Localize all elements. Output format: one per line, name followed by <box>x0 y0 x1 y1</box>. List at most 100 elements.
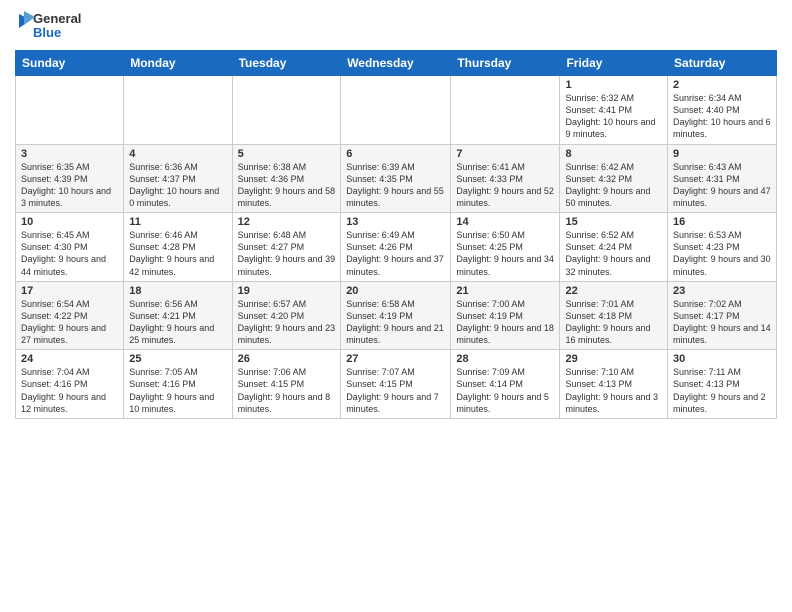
day-number: 15 <box>565 216 662 228</box>
day-info: Sunrise: 6:32 AMSunset: 4:41 PMDaylight:… <box>565 92 662 141</box>
day-info: Sunrise: 7:06 AMSunset: 4:15 PMDaylight:… <box>238 366 336 415</box>
weekday-header: Friday <box>560 51 668 76</box>
day-number: 10 <box>21 216 118 228</box>
day-info: Sunrise: 6:43 AMSunset: 4:31 PMDaylight:… <box>673 161 771 210</box>
day-number: 1 <box>565 79 662 91</box>
day-info: Sunrise: 7:05 AMSunset: 4:16 PMDaylight:… <box>129 366 226 415</box>
day-number: 7 <box>456 148 554 160</box>
day-number: 26 <box>238 353 336 365</box>
page-header: General Blue <box>15 10 777 42</box>
day-number: 12 <box>238 216 336 228</box>
day-info: Sunrise: 6:53 AMSunset: 4:23 PMDaylight:… <box>673 229 771 278</box>
day-number: 19 <box>238 285 336 297</box>
day-number: 4 <box>129 148 226 160</box>
calendar-cell: 7Sunrise: 6:41 AMSunset: 4:33 PMDaylight… <box>451 144 560 213</box>
calendar-cell: 13Sunrise: 6:49 AMSunset: 4:26 PMDayligh… <box>341 213 451 282</box>
day-number: 22 <box>565 285 662 297</box>
calendar-cell: 11Sunrise: 6:46 AMSunset: 4:28 PMDayligh… <box>124 213 232 282</box>
day-info: Sunrise: 6:50 AMSunset: 4:25 PMDaylight:… <box>456 229 554 278</box>
calendar-cell: 23Sunrise: 7:02 AMSunset: 4:17 PMDayligh… <box>668 281 777 350</box>
day-info: Sunrise: 6:52 AMSunset: 4:24 PMDaylight:… <box>565 229 662 278</box>
day-info: Sunrise: 6:46 AMSunset: 4:28 PMDaylight:… <box>129 229 226 278</box>
day-number: 9 <box>673 148 771 160</box>
day-number: 30 <box>673 353 771 365</box>
weekday-header: Monday <box>124 51 232 76</box>
day-info: Sunrise: 7:10 AMSunset: 4:13 PMDaylight:… <box>565 366 662 415</box>
calendar-cell: 17Sunrise: 6:54 AMSunset: 4:22 PMDayligh… <box>16 281 124 350</box>
calendar-cell: 27Sunrise: 7:07 AMSunset: 4:15 PMDayligh… <box>341 350 451 419</box>
calendar-cell: 18Sunrise: 6:56 AMSunset: 4:21 PMDayligh… <box>124 281 232 350</box>
weekday-header: Thursday <box>451 51 560 76</box>
day-number: 14 <box>456 216 554 228</box>
calendar-cell <box>451 76 560 145</box>
day-number: 28 <box>456 353 554 365</box>
day-number: 21 <box>456 285 554 297</box>
day-number: 8 <box>565 148 662 160</box>
calendar-cell: 10Sunrise: 6:45 AMSunset: 4:30 PMDayligh… <box>16 213 124 282</box>
day-number: 2 <box>673 79 771 91</box>
weekday-header: Saturday <box>668 51 777 76</box>
day-info: Sunrise: 7:04 AMSunset: 4:16 PMDaylight:… <box>21 366 118 415</box>
calendar-table: SundayMondayTuesdayWednesdayThursdayFrid… <box>15 50 777 419</box>
day-number: 11 <box>129 216 226 228</box>
day-info: Sunrise: 6:57 AMSunset: 4:20 PMDaylight:… <box>238 298 336 347</box>
day-info: Sunrise: 6:42 AMSunset: 4:32 PMDaylight:… <box>565 161 662 210</box>
weekday-header: Sunday <box>16 51 124 76</box>
day-info: Sunrise: 7:09 AMSunset: 4:14 PMDaylight:… <box>456 366 554 415</box>
day-info: Sunrise: 6:45 AMSunset: 4:30 PMDaylight:… <box>21 229 118 278</box>
day-number: 6 <box>346 148 445 160</box>
day-number: 27 <box>346 353 445 365</box>
day-number: 25 <box>129 353 226 365</box>
day-info: Sunrise: 6:54 AMSunset: 4:22 PMDaylight:… <box>21 298 118 347</box>
calendar-cell: 15Sunrise: 6:52 AMSunset: 4:24 PMDayligh… <box>560 213 668 282</box>
day-info: Sunrise: 6:41 AMSunset: 4:33 PMDaylight:… <box>456 161 554 210</box>
calendar-cell <box>232 76 341 145</box>
calendar-cell: 26Sunrise: 7:06 AMSunset: 4:15 PMDayligh… <box>232 350 341 419</box>
calendar-cell: 22Sunrise: 7:01 AMSunset: 4:18 PMDayligh… <box>560 281 668 350</box>
calendar-cell: 8Sunrise: 6:42 AMSunset: 4:32 PMDaylight… <box>560 144 668 213</box>
calendar-cell <box>124 76 232 145</box>
calendar-cell: 1Sunrise: 6:32 AMSunset: 4:41 PMDaylight… <box>560 76 668 145</box>
calendar-cell: 12Sunrise: 6:48 AMSunset: 4:27 PMDayligh… <box>232 213 341 282</box>
calendar-cell <box>16 76 124 145</box>
calendar-cell: 3Sunrise: 6:35 AMSunset: 4:39 PMDaylight… <box>16 144 124 213</box>
day-info: Sunrise: 7:07 AMSunset: 4:15 PMDaylight:… <box>346 366 445 415</box>
calendar-cell: 2Sunrise: 6:34 AMSunset: 4:40 PMDaylight… <box>668 76 777 145</box>
calendar-cell <box>341 76 451 145</box>
calendar-cell: 25Sunrise: 7:05 AMSunset: 4:16 PMDayligh… <box>124 350 232 419</box>
calendar-cell: 14Sunrise: 6:50 AMSunset: 4:25 PMDayligh… <box>451 213 560 282</box>
weekday-header: Tuesday <box>232 51 341 76</box>
calendar-cell: 21Sunrise: 7:00 AMSunset: 4:19 PMDayligh… <box>451 281 560 350</box>
day-number: 13 <box>346 216 445 228</box>
calendar-cell: 19Sunrise: 6:57 AMSunset: 4:20 PMDayligh… <box>232 281 341 350</box>
day-number: 3 <box>21 148 118 160</box>
logo-svg: General Blue <box>15 10 105 42</box>
day-number: 17 <box>21 285 118 297</box>
day-number: 29 <box>565 353 662 365</box>
day-info: Sunrise: 6:48 AMSunset: 4:27 PMDaylight:… <box>238 229 336 278</box>
day-info: Sunrise: 7:02 AMSunset: 4:17 PMDaylight:… <box>673 298 771 347</box>
calendar-cell: 30Sunrise: 7:11 AMSunset: 4:13 PMDayligh… <box>668 350 777 419</box>
day-info: Sunrise: 6:56 AMSunset: 4:21 PMDaylight:… <box>129 298 226 347</box>
weekday-header: Wednesday <box>341 51 451 76</box>
calendar-cell: 20Sunrise: 6:58 AMSunset: 4:19 PMDayligh… <box>341 281 451 350</box>
day-info: Sunrise: 6:39 AMSunset: 4:35 PMDaylight:… <box>346 161 445 210</box>
day-info: Sunrise: 6:36 AMSunset: 4:37 PMDaylight:… <box>129 161 226 210</box>
day-info: Sunrise: 6:38 AMSunset: 4:36 PMDaylight:… <box>238 161 336 210</box>
calendar-cell: 29Sunrise: 7:10 AMSunset: 4:13 PMDayligh… <box>560 350 668 419</box>
day-info: Sunrise: 7:00 AMSunset: 4:19 PMDaylight:… <box>456 298 554 347</box>
calendar-cell: 28Sunrise: 7:09 AMSunset: 4:14 PMDayligh… <box>451 350 560 419</box>
day-info: Sunrise: 6:58 AMSunset: 4:19 PMDaylight:… <box>346 298 445 347</box>
calendar-cell: 4Sunrise: 6:36 AMSunset: 4:37 PMDaylight… <box>124 144 232 213</box>
svg-text:Blue: Blue <box>33 25 61 40</box>
calendar-cell: 5Sunrise: 6:38 AMSunset: 4:36 PMDaylight… <box>232 144 341 213</box>
calendar-cell: 16Sunrise: 6:53 AMSunset: 4:23 PMDayligh… <box>668 213 777 282</box>
day-number: 18 <box>129 285 226 297</box>
calendar-cell: 9Sunrise: 6:43 AMSunset: 4:31 PMDaylight… <box>668 144 777 213</box>
day-number: 20 <box>346 285 445 297</box>
day-number: 23 <box>673 285 771 297</box>
day-info: Sunrise: 7:11 AMSunset: 4:13 PMDaylight:… <box>673 366 771 415</box>
day-number: 24 <box>21 353 118 365</box>
day-info: Sunrise: 7:01 AMSunset: 4:18 PMDaylight:… <box>565 298 662 347</box>
calendar-cell: 6Sunrise: 6:39 AMSunset: 4:35 PMDaylight… <box>341 144 451 213</box>
